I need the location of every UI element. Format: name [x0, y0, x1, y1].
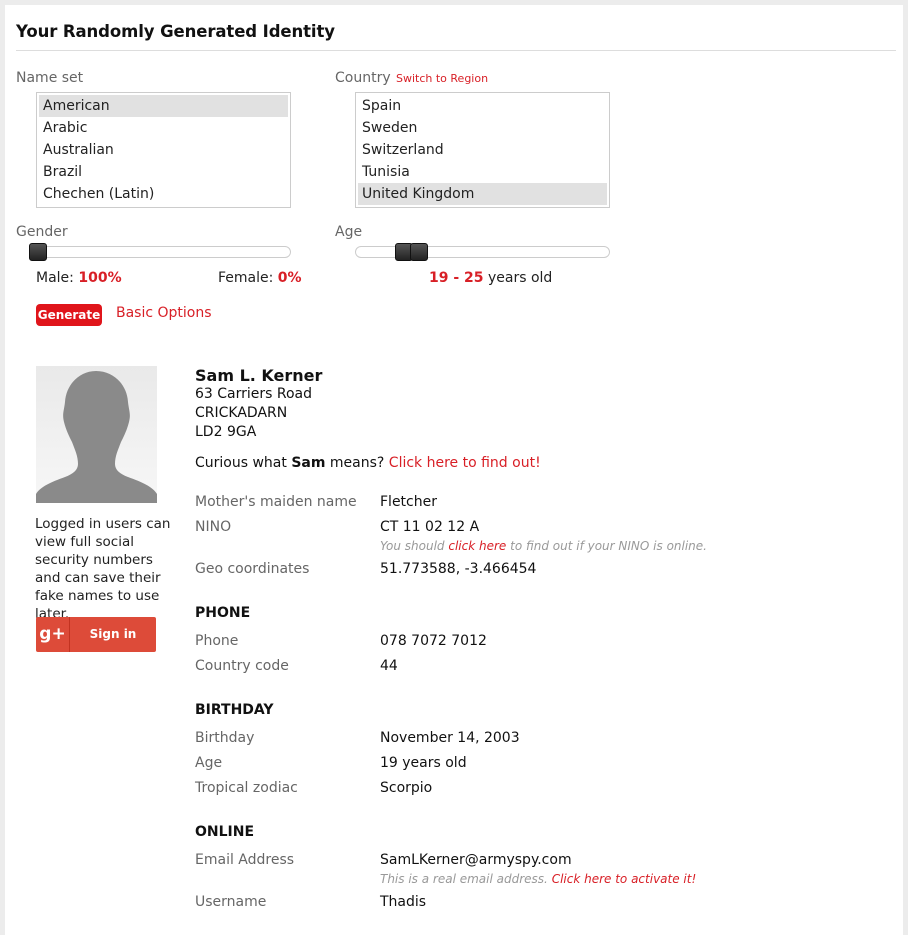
country-listbox[interactable]: Spain Sweden Switzerland Tunisia United …: [355, 92, 610, 208]
country-option[interactable]: Switzerland: [358, 139, 607, 161]
name-set-option[interactable]: American: [39, 95, 288, 117]
silhouette-icon: [36, 371, 157, 503]
age-max: 25: [464, 270, 484, 286]
page-title: Your Randomly Generated Identity: [16, 22, 335, 41]
female-percentage: Female: 0%: [218, 270, 302, 286]
basic-options-link[interactable]: Basic Options: [116, 305, 212, 321]
geo-coordinates-link[interactable]: 51.773588, -3.466454: [380, 561, 536, 577]
zodiac-label: Tropical zodiac: [195, 780, 298, 796]
email-value: SamLKerner@armyspy.com: [380, 852, 572, 868]
age-label: Age: [335, 224, 363, 240]
age-detail-value: 19 years old: [380, 755, 467, 771]
female-value: 0%: [277, 270, 302, 286]
male-label: Male:: [36, 270, 74, 286]
nino-hint-post: to find out if your NINO is online.: [510, 539, 707, 553]
username-label: Username: [195, 894, 267, 910]
email-label: Email Address: [195, 852, 295, 868]
male-value: 100%: [78, 270, 122, 286]
username-value: Thadis: [380, 894, 427, 910]
country-code-label: Country code: [195, 658, 289, 674]
birthday-label: Birthday: [195, 730, 255, 746]
country-option[interactable]: United Kingdom: [358, 183, 607, 205]
google-plus-icon: g+: [36, 617, 70, 652]
country-code-value: 44: [380, 658, 398, 674]
email-hint: This is a real email address. Click here…: [380, 872, 696, 886]
name-set-option[interactable]: Brazil: [39, 161, 288, 183]
name-set-listbox[interactable]: American Arabic Australian Brazil Cheche…: [36, 92, 291, 208]
name-set-label: Name set: [16, 70, 84, 86]
avatar: [36, 366, 157, 503]
generate-button[interactable]: Generate: [36, 304, 102, 326]
nino-value: CT 11 02 12 A: [380, 519, 480, 535]
phone-label: Phone: [195, 633, 239, 649]
first-name: Sam: [291, 455, 326, 471]
name-set-option[interactable]: Chechen (Latin): [39, 183, 288, 205]
nino-hint-pre: You should: [380, 539, 445, 553]
address-line-2: CRICKADARN: [195, 405, 288, 421]
age-dash: -: [448, 270, 465, 286]
country-option[interactable]: Tunisia: [358, 161, 607, 183]
mmn-label: Mother's maiden name: [195, 494, 357, 510]
signin-label: Sign in: [89, 627, 137, 641]
mmn-value: Fletcher: [380, 494, 437, 510]
address-line-1: 63 Carriers Road: [195, 386, 313, 402]
activate-email-link[interactable]: Click here to activate it!: [552, 872, 697, 886]
gender-slider[interactable]: [29, 243, 291, 261]
country-label: Country: [335, 70, 391, 86]
birthday-heading: BIRTHDAY: [195, 702, 274, 718]
age-slider-max-handle[interactable]: [410, 243, 428, 261]
curious-mid: means?: [329, 455, 385, 471]
nino-hint-link[interactable]: click here: [448, 539, 506, 553]
online-heading: ONLINE: [195, 824, 255, 840]
nino-label: NINO: [195, 519, 232, 535]
female-label: Female:: [218, 270, 274, 286]
email-hint-pre: This is a real email address.: [380, 872, 548, 886]
name-set-option[interactable]: Australian: [39, 139, 288, 161]
identity-name: Sam L. Kerner: [195, 366, 323, 385]
google-signin-button[interactable]: g+ Sign in: [36, 617, 156, 652]
name-set-option[interactable]: Arabic: [39, 117, 288, 139]
name-meaning-line: Curious what Sam means? Click here to fi…: [195, 455, 541, 471]
switch-to-region-link[interactable]: Switch to Region: [396, 72, 488, 85]
nino-hint: You should click here to find out if you…: [380, 539, 707, 553]
age-range-text: 19 - 25 years old: [429, 270, 552, 286]
address-line-3: LD2 9GA: [195, 424, 257, 440]
birthday-value: November 14, 2003: [380, 730, 520, 746]
age-min: 19: [429, 270, 449, 286]
geo-label: Geo coordinates: [195, 561, 310, 577]
zodiac-value: Scorpio: [380, 780, 433, 796]
age-suffix: years old: [487, 270, 553, 286]
curious-prefix: Curious what: [195, 455, 287, 471]
gender-slider-handle[interactable]: [29, 243, 47, 261]
age-slider[interactable]: [355, 243, 610, 261]
age-detail-label: Age: [195, 755, 223, 771]
country-option[interactable]: Sweden: [358, 117, 607, 139]
name-meaning-link[interactable]: Click here to find out!: [389, 455, 541, 471]
login-note: Logged in users can view full social sec…: [35, 516, 171, 622]
male-percentage: Male: 100%: [36, 270, 122, 286]
country-option[interactable]: Spain: [358, 95, 607, 117]
phone-value: 078 7072 7012: [380, 633, 487, 649]
title-divider: [16, 50, 896, 51]
phone-heading: PHONE: [195, 605, 251, 621]
gender-label: Gender: [16, 224, 68, 240]
identity-panel: Your Randomly Generated Identity Name se…: [5, 5, 903, 935]
